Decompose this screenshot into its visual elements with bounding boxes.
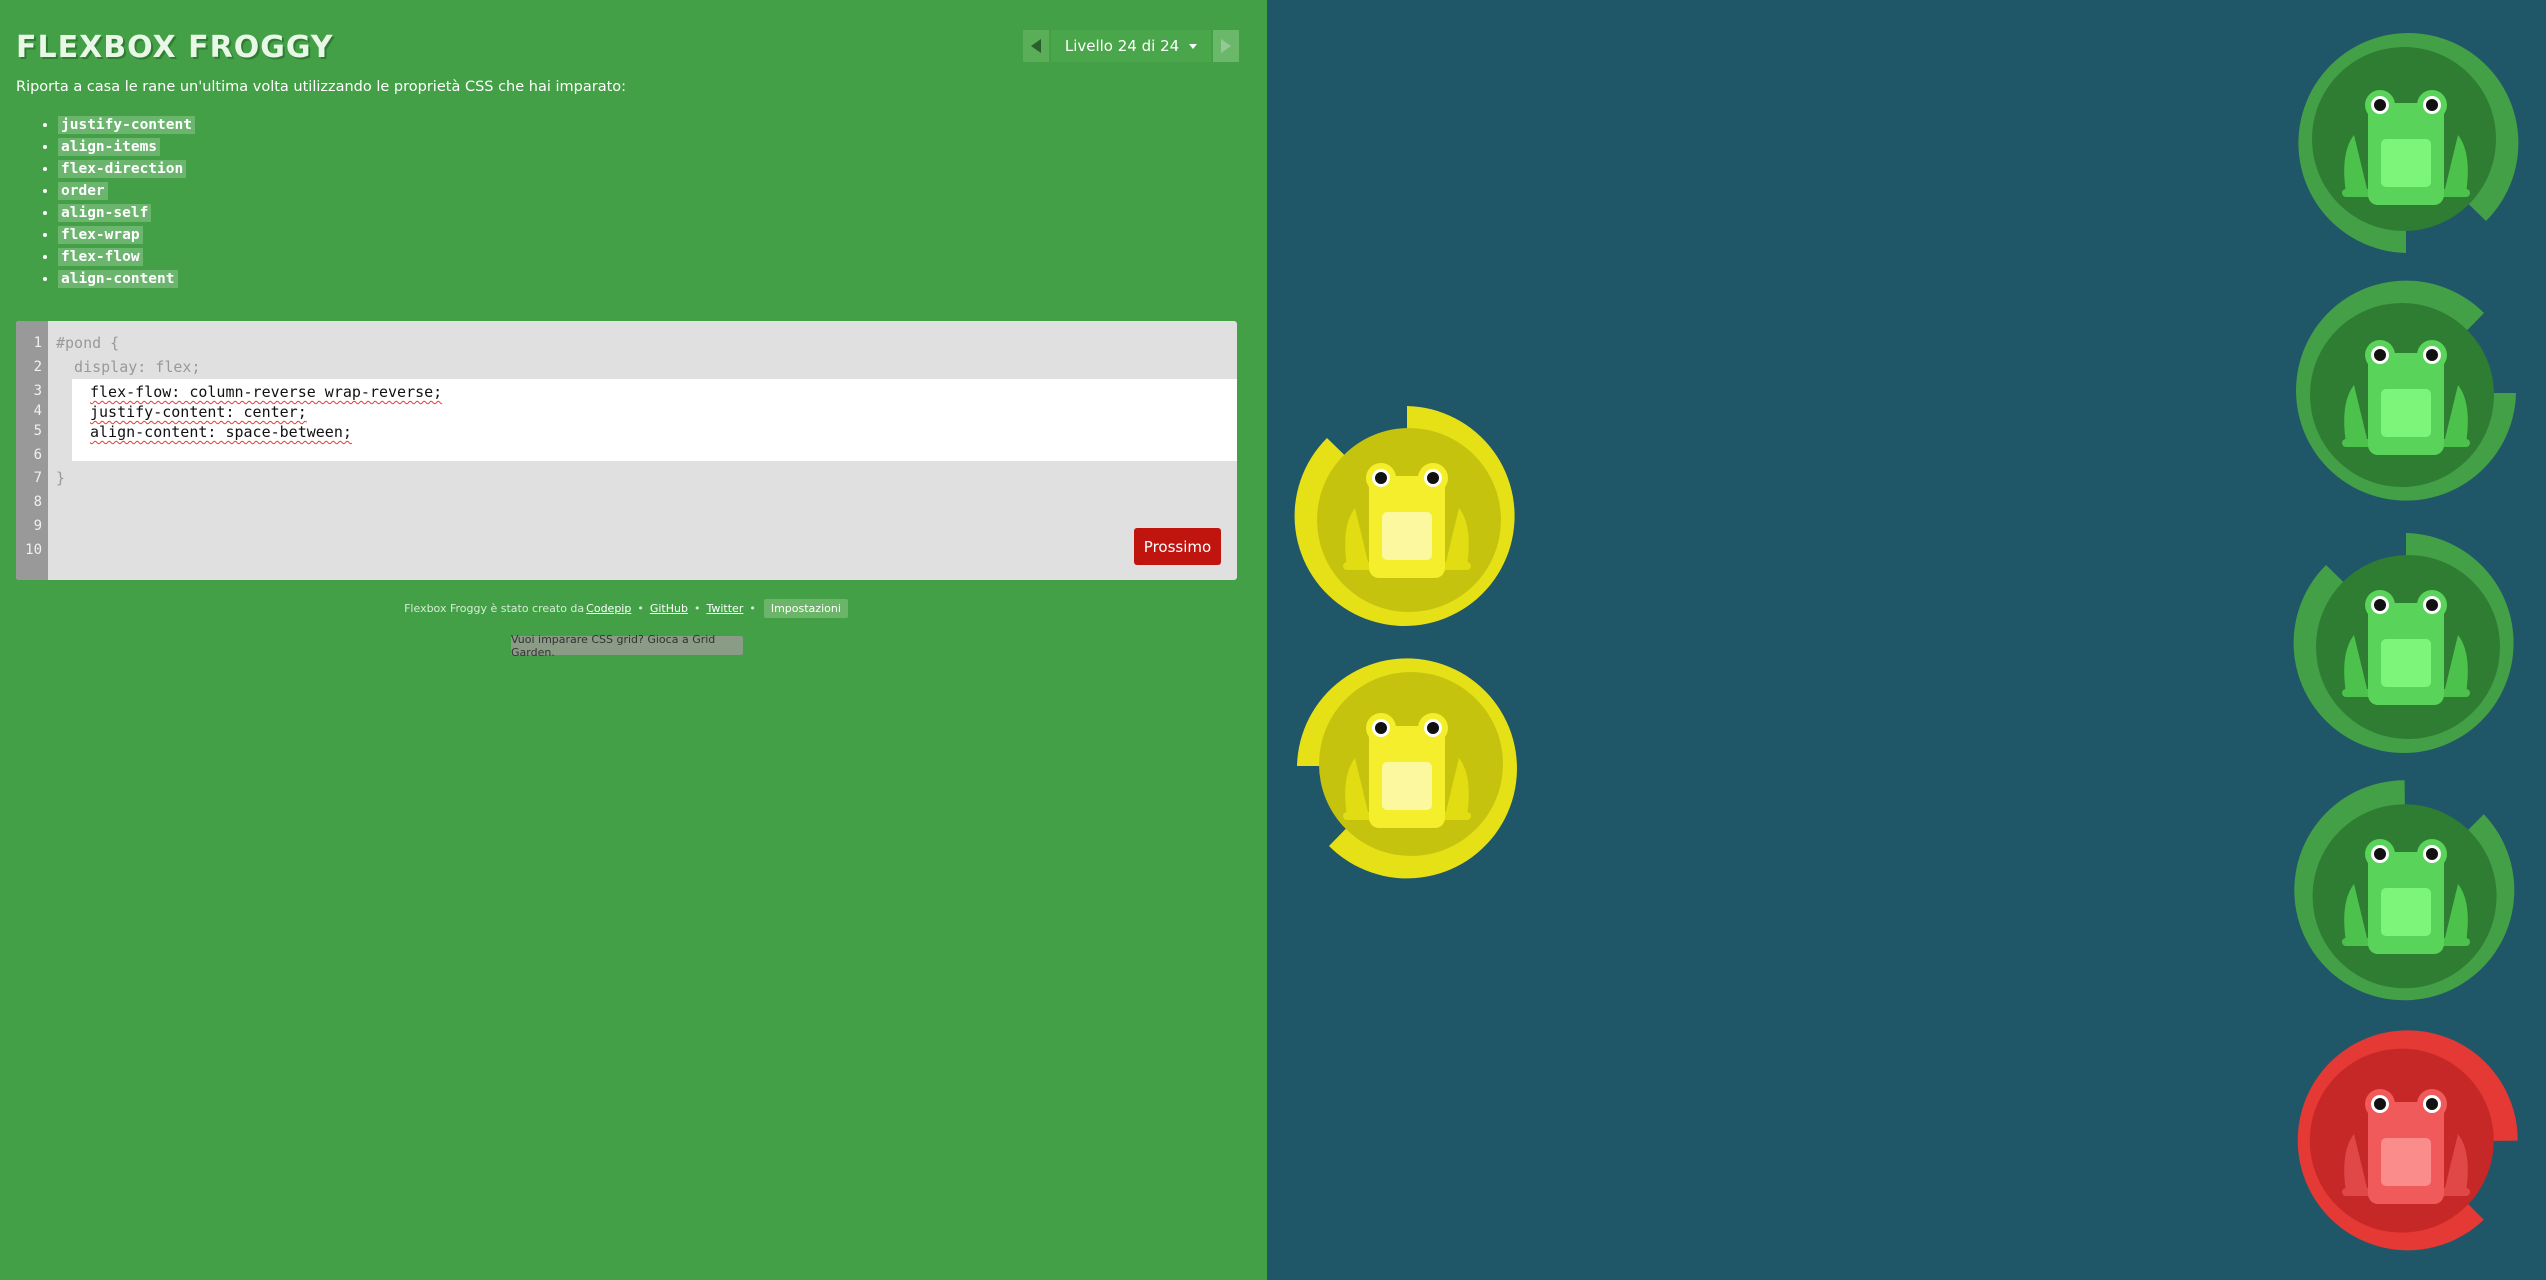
property-code[interactable]: flex-wrap (58, 226, 143, 244)
frog-green (2306, 293, 2506, 493)
frog-green (2306, 543, 2506, 743)
code-line: } (56, 469, 66, 487)
list-item: justify-content (58, 114, 195, 136)
instructions-panel: FLEXBOX FROGGY Livello 24 di 24 Riporta … (0, 0, 1267, 1280)
arrow-left-icon (1031, 39, 1041, 53)
arrow-right-icon (1221, 39, 1231, 53)
line-number: 6 (33, 447, 42, 463)
codepip-link[interactable]: Codepip (586, 602, 631, 615)
caret-down-icon (1189, 43, 1198, 49)
list-item: flex-direction (58, 158, 195, 180)
frog-green (2306, 792, 2506, 992)
css-editor: 1 2 3 4 5 6 7 8 9 10 #pond { display: fl… (16, 321, 1237, 580)
page-title: FLEXBOX FROGGY (16, 30, 334, 65)
line-number: 4 (33, 403, 42, 419)
pond (1267, 0, 2546, 1280)
frog-icon (2342, 90, 2470, 205)
separator: • (749, 601, 756, 615)
twitter-link[interactable]: Twitter (706, 602, 743, 615)
line-number: 5 (33, 423, 42, 439)
frog-icon (2342, 340, 2470, 455)
frog-icon (2342, 590, 2470, 705)
property-list: justify-content align-items flex-directi… (36, 114, 195, 290)
frog-yellow (1307, 666, 1507, 866)
instructions-text: Riporta a casa le rane un'ultima volta u… (16, 79, 627, 95)
frog-yellow (1307, 416, 1507, 616)
code-line: display: flex; (56, 358, 201, 376)
credit-text: Flexbox Froggy è stato creato da (404, 601, 585, 615)
line-number: 1 (33, 335, 42, 351)
list-item: align-items (58, 136, 195, 158)
list-item: flex-flow (58, 246, 195, 268)
next-button[interactable]: Prossimo (1134, 528, 1221, 565)
line-numbers: 1 2 3 4 5 6 7 8 9 10 (16, 321, 48, 580)
level-dropdown[interactable]: Livello 24 di 24 (1051, 30, 1211, 62)
list-item: align-self (58, 202, 195, 224)
level-label: Livello 24 di 24 (1064, 37, 1180, 55)
line-number: 7 (33, 470, 42, 486)
list-item: align-content (58, 268, 195, 290)
frog-red (2306, 1042, 2506, 1242)
property-code[interactable]: align-items (58, 138, 161, 156)
code-input-line: flex-flow: column-reverse wrap-reverse; (90, 383, 443, 401)
property-code[interactable]: flex-flow (58, 248, 143, 266)
grid-garden-link[interactable]: Vuoi imparare CSS grid? Gioca a Grid Gar… (511, 633, 743, 659)
frog-green (2306, 43, 2506, 243)
separator: • (637, 601, 644, 615)
frog-icon (1343, 463, 1471, 578)
code-input-line: justify-content: center; (90, 403, 307, 421)
previous-level-button[interactable] (1023, 30, 1049, 62)
frog-icon (1343, 713, 1471, 828)
frog-icon (2342, 1089, 2470, 1204)
line-number: 10 (25, 542, 42, 558)
next-level-arrow-button[interactable] (1213, 30, 1239, 62)
property-code[interactable]: order (58, 182, 108, 200)
code-input-line: align-content: space-between; (90, 423, 352, 441)
property-code[interactable]: justify-content (58, 116, 195, 134)
settings-button[interactable]: Impostazioni (763, 598, 848, 618)
credits: Flexbox Froggy è stato creato da Codepip… (0, 598, 1252, 618)
github-link[interactable]: GitHub (650, 602, 688, 615)
property-code[interactable]: align-content (58, 270, 178, 288)
code-line: #pond { (56, 334, 120, 352)
frog-icon (2342, 839, 2470, 954)
line-number: 3 (33, 383, 42, 399)
property-code[interactable]: align-self (58, 204, 152, 222)
list-item: flex-wrap (58, 224, 195, 246)
css-code-input[interactable]: flex-flow: column-reverse wrap-reverse; … (72, 379, 1237, 461)
list-item: order (58, 180, 195, 202)
separator: • (693, 601, 701, 615)
line-number: 8 (33, 494, 42, 510)
property-code[interactable]: flex-direction (58, 160, 187, 178)
level-navigation: Livello 24 di 24 (1023, 30, 1239, 62)
line-number: 2 (33, 359, 42, 375)
line-number: 9 (33, 518, 42, 534)
